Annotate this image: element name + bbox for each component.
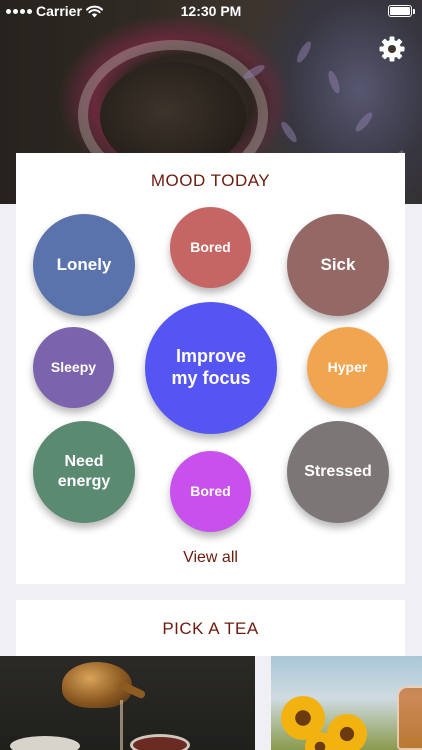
tea-card: PICK A TEA bbox=[16, 600, 405, 656]
mood-sick-button[interactable]: Sick bbox=[287, 214, 389, 316]
mood-card: MOOD TODAY Lonely Bored Sick Sleepy Impr… bbox=[16, 153, 405, 584]
tea-glass-shape bbox=[397, 686, 422, 750]
mood-sleepy-button[interactable]: Sleepy bbox=[33, 327, 114, 408]
tea-stream-shape bbox=[120, 700, 123, 750]
mood-hyper-button[interactable]: Hyper bbox=[307, 327, 388, 408]
tea-image-kettle[interactable] bbox=[0, 656, 255, 750]
mood-stressed-button[interactable]: Stressed bbox=[287, 421, 389, 523]
battery-icon bbox=[388, 5, 415, 17]
mood-bored-button[interactable]: Bored bbox=[170, 207, 251, 288]
mood-need-energy-button[interactable]: Need energy bbox=[33, 421, 135, 523]
tea-image-flowers[interactable] bbox=[271, 656, 422, 750]
status-time: 12:30 PM bbox=[180, 3, 242, 19]
view-all-link[interactable]: View all bbox=[16, 549, 405, 567]
mood-improve-focus-button[interactable]: Improve my focus bbox=[145, 302, 277, 434]
mood-lonely-button[interactable]: Lonely bbox=[33, 214, 135, 316]
tea-section-title: PICK A TEA bbox=[162, 619, 259, 638]
saucer-shape bbox=[10, 736, 80, 750]
mood-bored-button-2[interactable]: Bored bbox=[170, 451, 251, 532]
mood-section-title: MOOD TODAY bbox=[150, 171, 271, 190]
status-bar: Carrier 12:30 PM bbox=[0, 0, 422, 21]
teacup-shape bbox=[130, 734, 190, 750]
gear-icon[interactable] bbox=[379, 36, 405, 62]
